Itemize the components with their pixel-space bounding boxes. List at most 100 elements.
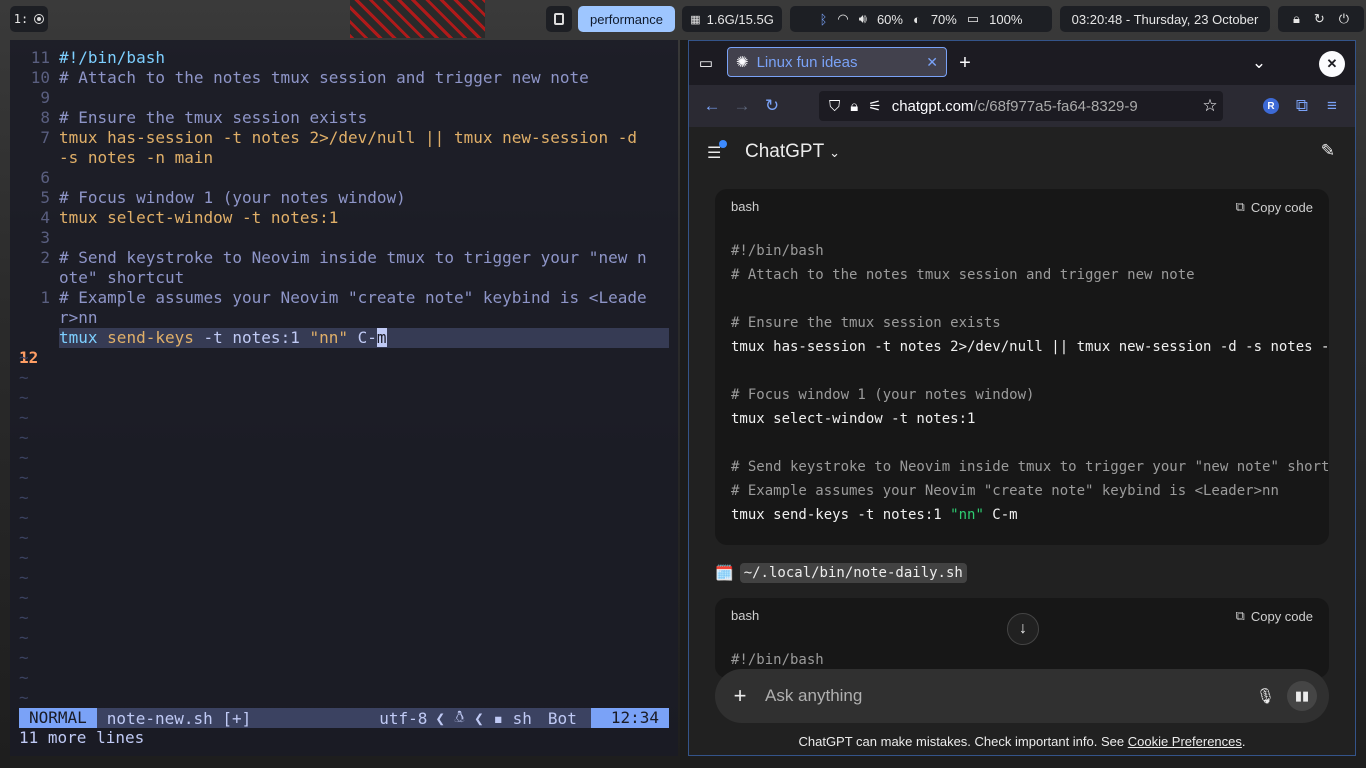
arrow-down-icon: ↓ [1019, 620, 1027, 637]
line-number: 4 [40, 208, 50, 227]
file-heading: 🗓️ ~/.local/bin/note-daily.sh [715, 563, 967, 583]
brightness-level: 70% [930, 11, 957, 27]
empty-line-marker: ~ [19, 668, 29, 687]
profile-avatar[interactable]: R [1263, 98, 1279, 114]
line-text: -s notes -n main [59, 148, 214, 167]
line-number: 3 [40, 228, 50, 247]
reload-icon[interactable]: ↻ [1314, 11, 1325, 27]
line-number: 1 [40, 288, 50, 307]
lock-icon[interactable]: 🔒︎ [1293, 11, 1300, 27]
volume-level: 60% [876, 11, 903, 27]
brightness-icon[interactable]: ◐ [913, 12, 921, 27]
empty-line-marker: ~ [19, 468, 29, 487]
close-window-icon[interactable]: ✕ [1319, 51, 1345, 77]
microphone-icon[interactable]: 🎙︎ [1256, 687, 1275, 705]
memory-widget[interactable]: ▦ 1.6G/15.5G [682, 6, 782, 32]
line-number: 9 [40, 88, 50, 107]
add-attachment-icon[interactable]: + [727, 683, 753, 709]
close-tab-icon[interactable]: ✕ [926, 54, 938, 71]
current-line-text: tmux send-keys -t notes:1 "nn" C-m [59, 328, 669, 348]
empty-line-marker: ~ [19, 528, 29, 547]
lock-icon[interactable]: 🔒︎ [850, 98, 858, 115]
copy-code-button[interactable]: ⧉ Copy code [1236, 608, 1313, 624]
power-profile-icon-box[interactable] [546, 6, 572, 32]
code-line: # Attach to the notes tmux session and t… [731, 267, 1195, 283]
new-chat-icon[interactable]: ✎ [1321, 141, 1335, 161]
line-text: ote" shortcut [59, 268, 185, 287]
separator-icon: ❮ [474, 708, 494, 728]
tab-linux-fun-ideas[interactable]: ✺ Linux fun ideas ✕ [727, 47, 947, 77]
disclaimer: ChatGPT can make mistakes. Check importa… [689, 734, 1355, 749]
extensions-icon[interactable]: ⧉ [1292, 96, 1312, 116]
cursor-position: 12:34 [590, 708, 669, 728]
chatgpt-header: ☰ ChatGPT ⌄ ✎ [689, 127, 1355, 179]
prompt-input[interactable] [765, 686, 1244, 706]
memory-icon: ▦ [690, 13, 701, 26]
back-icon[interactable]: ← [701, 96, 723, 116]
power-profile-icon [554, 13, 564, 25]
tab-list-chevron-icon[interactable]: ⌄ [1249, 53, 1269, 73]
terminal-window[interactable]: 11 #!/bin/bash 10 # Attach to the notes tmu… [10, 40, 678, 756]
app-title: ChatGPT [745, 141, 824, 162]
power-icon[interactable]: ⏻ [1339, 11, 1349, 27]
line-text: # Ensure the tmux session exists [59, 108, 368, 127]
workspace-indicator[interactable]: 1: [10, 6, 48, 32]
empty-line-marker: ~ [19, 408, 29, 427]
empty-line-marker: ~ [19, 688, 29, 707]
system-tray: ᛒ ◠ 🔊︎ 60% ◐ 70% ▭ 100% [790, 6, 1052, 32]
composer: + 🎙︎ ▮▮ [715, 669, 1329, 723]
empty-line-marker: ~ [19, 488, 29, 507]
line-number: 8 [40, 108, 50, 127]
tab-bar: ▭ ✺ Linux fun ideas ✕ + ⌄ ✕ [689, 41, 1355, 85]
current-line[interactable]: 12 tmux send-keys -t notes:1 "nn" C-m [10, 328, 678, 367]
sidebar-toggle-icon[interactable]: ☰ [707, 140, 728, 163]
voice-mode-button[interactable]: ▮▮ [1287, 681, 1317, 711]
code-line: #!/bin/bash [731, 652, 824, 668]
line-number: 6 [40, 168, 50, 187]
line-text: # Attach to the notes tmux session and t… [59, 68, 589, 87]
line-number: 5 [40, 188, 50, 207]
code-line: #!/bin/bash [731, 243, 824, 259]
menu-icon[interactable]: ≡ [1322, 96, 1342, 116]
empty-line-marker: ~ [19, 548, 29, 567]
clock[interactable]: 03:20:48 - Thursday, 23 October [1060, 6, 1270, 32]
status-filename: note-new.sh [+] [106, 708, 252, 728]
new-tab-icon[interactable]: + [955, 52, 975, 74]
bookmark-star-icon[interactable]: ☆ [1199, 96, 1221, 116]
permissions-icon[interactable]: ⚟ [868, 97, 881, 115]
line-number: 2 [40, 248, 50, 267]
top-bar: 1: performance ▦ 1.6G/15.5G ᛒ ◠ 🔊︎ 60% ◐… [0, 0, 1366, 38]
filetype-icon: ▪ [493, 708, 513, 728]
current-line-number: 12 [19, 348, 39, 367]
battery-icon[interactable]: ▭ [967, 11, 979, 27]
reload-page-icon[interactable]: ↻ [761, 96, 783, 116]
workspace-dot-icon [34, 14, 45, 24]
memory-usage: 1.6G/15.5G [706, 11, 774, 27]
performance-profile-button[interactable]: performance [578, 6, 675, 32]
line-text: # Example assumes your Neovim "create no… [59, 288, 647, 307]
chatgpt-favicon-icon: ✺ [736, 54, 749, 71]
model-selector[interactable]: ChatGPT ⌄ [745, 141, 840, 163]
calendar-icon: 🗓️ [715, 565, 734, 582]
bluetooth-icon[interactable]: ᛒ [820, 12, 828, 27]
tracking-shield-icon[interactable]: ⛉ [829, 98, 840, 115]
volume-icon[interactable]: 🔊︎ [859, 11, 867, 27]
status-filetype: sh [512, 708, 532, 728]
copy-label: Copy code [1250, 608, 1313, 624]
cookie-preferences-link[interactable]: Cookie Preferences [1128, 734, 1242, 749]
forward-icon[interactable]: → [731, 96, 753, 116]
line-text: # Send keystroke to Neovim inside tmux t… [59, 248, 647, 267]
url-path: /c/68f977a5-fa64-8329-9 [973, 97, 1138, 115]
session-controls: 🔒︎ ↻ ⏻ [1278, 6, 1364, 32]
url-bar[interactable]: ⛉ 🔒︎ ⚟ chatgpt.com/c/68f977a5-fa64-8329-… [819, 91, 1223, 121]
disclaimer-end: . [1241, 734, 1246, 749]
url-domain: chatgpt.com [891, 97, 974, 115]
status-line: NORMAL note-new.sh [+] utf-8 ❮ 🐧︎ ❮ ▪ sh… [19, 707, 669, 728]
tab-overview-icon[interactable]: ▭ [697, 53, 715, 73]
copy-code-button[interactable]: ⧉ Copy code [1236, 199, 1313, 215]
wifi-icon[interactable]: ◠ [837, 11, 848, 27]
nav-bar: ← → ↻ ⛉ 🔒︎ ⚟ chatgpt.com/c/68f977a5-fa64… [689, 85, 1355, 127]
empty-line-marker: ~ [19, 648, 29, 667]
empty-line-marker: ~ [19, 508, 29, 527]
scroll-to-bottom-button[interactable]: ↓ [1007, 613, 1039, 645]
